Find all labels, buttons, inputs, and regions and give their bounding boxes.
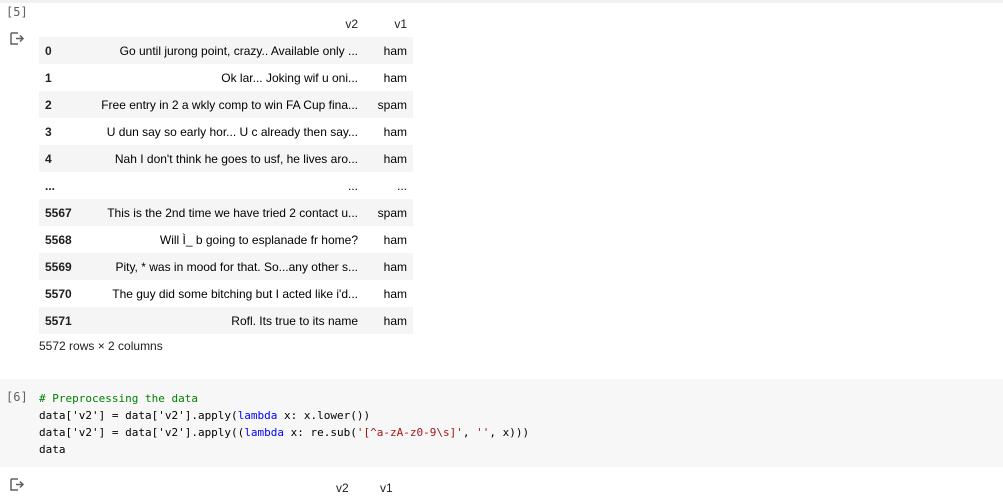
cell-prompt: [6] [6,390,28,404]
cell-v2: The guy did some bitching but I acted li… [112,286,358,301]
output-arrow-icon[interactable] [9,477,25,493]
column-header: v2 [336,481,349,495]
column-header: v2 [345,16,358,31]
cell-v2: Ok lar... Joking wif u oni... [221,70,358,85]
table-row: 5567 This is the 2nd time we have tried 2… [39,199,413,226]
code-line: data['v2'] = data['v2'].apply((lambda x:… [39,424,529,441]
row-index: 5567 [45,205,72,220]
cell-v2: Rofl. Its true to its name [231,313,358,328]
code-text: x: re.sub( [284,426,357,439]
table-row: 5571 Rofl. Its true to its name ham [39,307,413,334]
cell-v1: ham [383,43,407,58]
row-index: 1 [45,70,52,85]
row-index: 5569 [45,259,72,274]
cell-v1: spam [377,97,407,112]
dataframe-shape: 5572 rows × 2 columns [39,339,163,353]
cell-v1: ... [396,178,407,193]
table-row: 2 Free entry in 2 a wkly comp to win FA C… [39,91,413,118]
cell-v1: ham [383,232,407,247]
code-comment: # Preprocessing the data [39,392,198,405]
row-index: 5568 [45,232,72,247]
cell-v2: ... [347,178,358,193]
code-text: data['v2'] = data['v2'].apply( [39,409,238,422]
code-text: data['v2'] = data['v2'].apply(( [39,426,245,439]
code-line: # Preprocessing the data [39,390,529,407]
table-row: 0 Go until jurong point, crazy.. Availabl… [39,37,413,64]
code-string: '' [476,426,490,439]
table-row: 5570 The guy did some bitching but I acte… [39,280,413,307]
table-row: 4 Nah I don't think he goes to usf, he li… [39,145,413,172]
row-index: 4 [45,151,52,166]
dataframe-table: v2 v1 0 Go until jurong point, crazy.. Av… [39,10,413,334]
code-line: data['v2'] = data['v2'].apply(lambda x: … [39,407,529,424]
column-header: v1 [380,481,393,495]
output-arrow-icon[interactable] [9,31,25,47]
table-row: 5568 Will Ì_ b going to esplanade fr home… [39,226,413,253]
cell-v2: Go until jurong point, crazy.. Available… [119,43,358,58]
table-row: 1 Ok lar... Joking wif u oni... ham [39,64,413,91]
cell-v1: ham [383,259,407,274]
row-index: 5571 [45,313,72,328]
row-index: 2 [45,97,52,112]
cell-top-border [0,0,1003,3]
cell-v2: Free entry in 2 a wkly comp to win FA Cu… [101,97,358,112]
code-keyword: lambda [244,426,285,439]
cell-v1: ham [383,286,407,301]
code-line: data [39,441,529,458]
code-string: '[^a-zA-z0-9\s]' [356,426,463,439]
cell-v1: spam [377,205,407,220]
index-header [39,10,86,37]
row-index: 0 [45,43,52,58]
code-text: , [462,426,477,439]
cell-v2: U dun say so early hor... U c already th… [106,124,358,139]
code-keyword: lambda [237,409,278,422]
row-index: 5570 [45,286,72,301]
cell-v1: ham [383,313,407,328]
row-index: 3 [45,124,52,139]
row-index: ... [45,178,56,193]
table-row: 5569 Pity, * was in mood for that. So...a… [39,253,413,280]
cell-v1: ham [383,151,407,166]
code-text: data [39,443,66,456]
cell-v2: Nah I don't think he goes to usf, he liv… [114,151,358,166]
table-row: 3 U dun say so early hor... U c already t… [39,118,413,145]
table-header-row: v2 v1 [39,10,413,37]
column-header: v1 [394,16,407,31]
cell-v2: Pity, * was in mood for that. So...any o… [115,259,358,274]
cell-v1: ham [383,70,407,85]
code-text: , x))) [489,426,530,439]
cell-v2: Will Ì_ b going to esplanade fr home? [159,232,358,247]
table-row: ......... [39,172,413,199]
cell-prompt: [5] [6,5,28,19]
cell-v1: ham [383,124,407,139]
code-editor[interactable]: # Preprocessing the data data['v2'] = dat… [39,390,529,458]
cell-v2: This is the 2nd time we have tried 2 con… [107,205,358,220]
code-text: x: x.lower()) [277,409,371,422]
